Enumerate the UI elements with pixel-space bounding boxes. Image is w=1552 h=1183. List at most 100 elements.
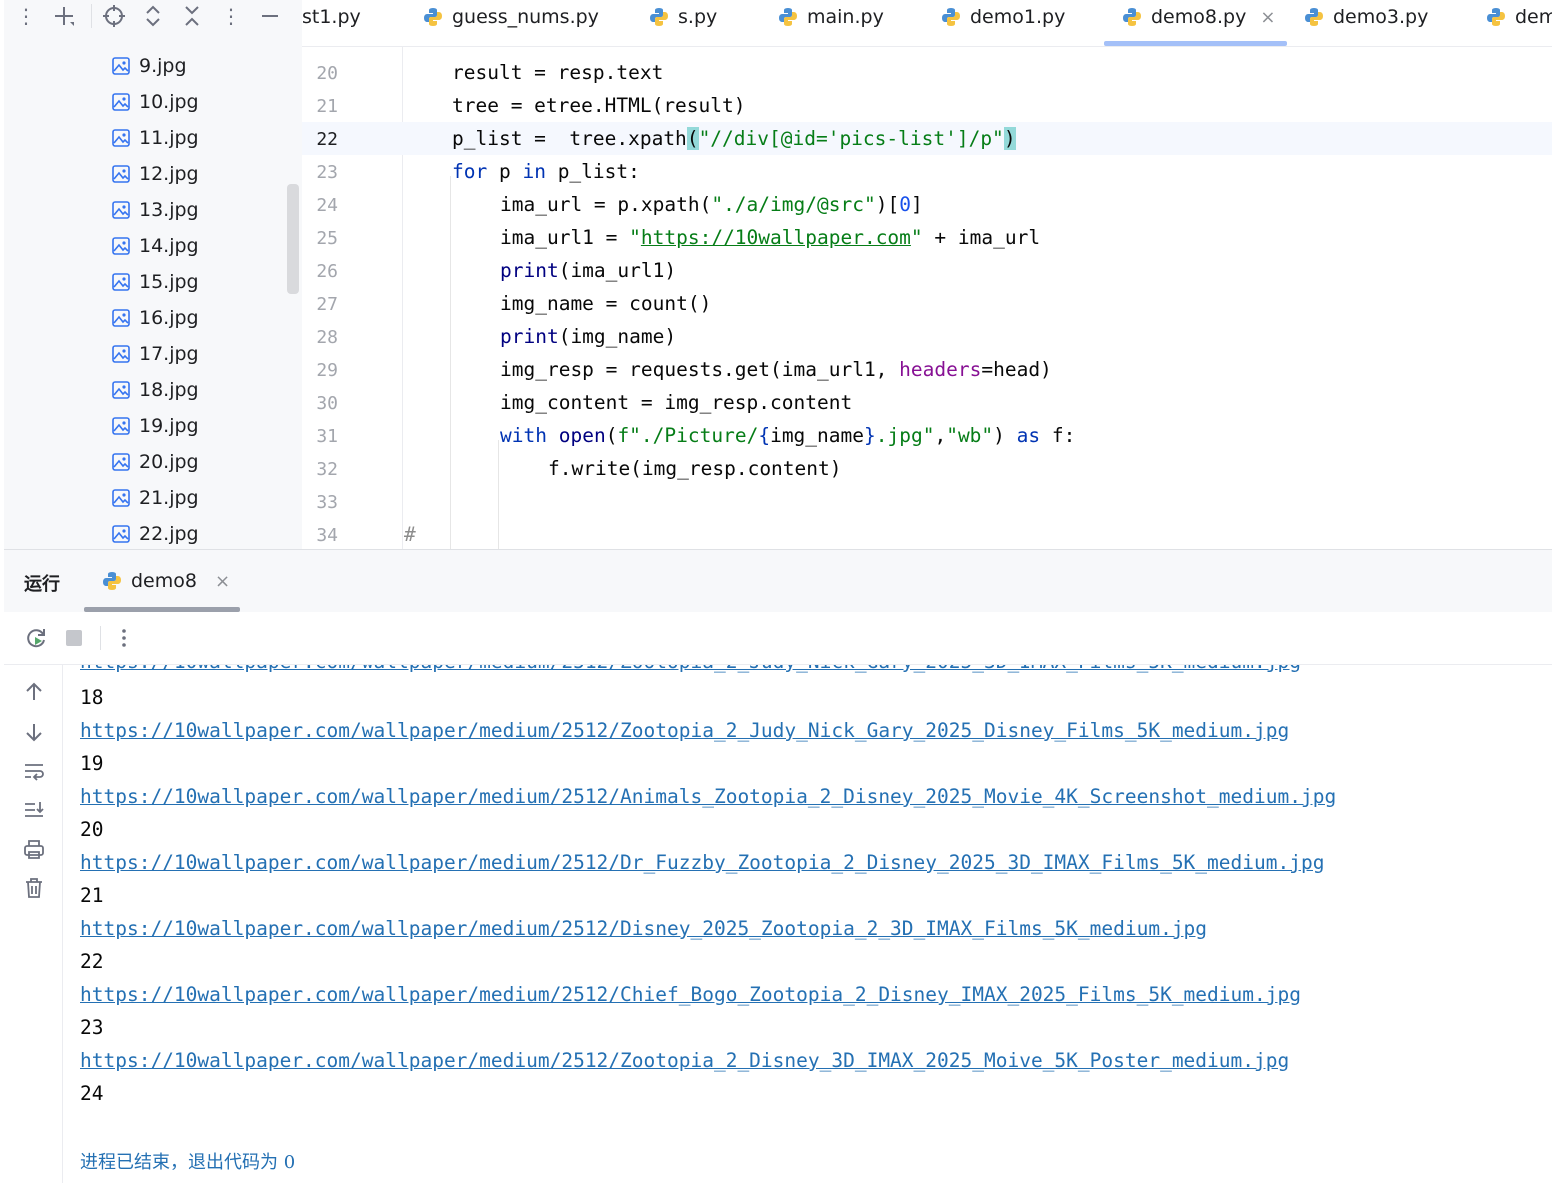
arrow-up-icon[interactable] [22,680,46,704]
image-file-icon [112,381,130,399]
image-file-icon [112,309,130,327]
python-file-icon [942,8,960,26]
tab-label: demo1.py [970,6,1066,28]
file-item[interactable]: 10.jpg [112,84,199,120]
code-text: ima_url = p.xpath("./a/img/@src")[0] [500,193,923,216]
code-line: 33 [302,485,1552,518]
print-icon[interactable] [22,837,46,861]
file-name: 20.jpg [139,451,199,473]
console-link[interactable]: https://10wallpaper.com/wallpaper/medium… [80,665,1301,673]
code-line: 30 img_content = img_resp.content [302,386,1552,419]
console-text: 21 [80,884,104,907]
tree-scrollbar[interactable] [287,184,299,294]
python-file-icon [1487,8,1505,26]
tab-main[interactable]: main.py [778,0,884,34]
tab-demo3[interactable]: demo3.py [1304,0,1428,34]
file-item[interactable]: 14.jpg [112,228,199,264]
stop-icon[interactable] [62,626,86,650]
expand-all-icon[interactable] [141,4,165,28]
close-tab-icon[interactable]: × [1260,7,1275,28]
file-item[interactable]: 12.jpg [112,156,199,192]
code-line: 34 # [302,518,1552,549]
line-number: 31 [316,426,338,447]
file-name: 18.jpg [139,379,199,401]
hide-panel-icon[interactable] [258,4,282,28]
file-item[interactable]: 22.jpg [112,516,199,549]
file-item[interactable]: 19.jpg [112,408,199,444]
exit-status-text: 进程已结束，退出代码为 0 [80,1152,296,1173]
soft-wrap-icon[interactable] [22,759,46,783]
code-text: f.write(img_resp.content) [548,457,842,480]
code-text: for p in p_list: [452,160,640,183]
console-link[interactable]: https://10wallpaper.com/wallpaper/medium… [80,1049,1289,1072]
line-number: 28 [316,327,338,348]
file-item[interactable]: 21.jpg [112,480,199,516]
run-tab-demo8[interactable]: demo8 × [102,570,230,592]
toolbar-divider [91,4,92,28]
file-item[interactable]: 16.jpg [112,300,199,336]
console-text: 22 [80,950,104,973]
code-line: 27 img_name = count() [302,287,1552,320]
code-text: img_content = img_resp.content [500,391,853,414]
console-output[interactable]: https://10wallpaper.com/wallpaper/medium… [80,665,1550,1183]
file-name: 16.jpg [139,307,199,329]
file-name: 17.jpg [139,343,199,365]
trash-icon[interactable] [22,876,46,900]
code-text: print(img_name) [500,325,677,348]
locate-icon[interactable] [102,4,126,28]
arrow-down-icon[interactable] [22,720,46,744]
console-link[interactable]: https://10wallpaper.com/wallpaper/medium… [80,983,1301,1006]
code-line: 29 img_resp = requests.get(ima_url1, hea… [302,353,1552,386]
rerun-icon[interactable] [24,626,48,650]
line-number: 24 [316,195,338,216]
tab-dem[interactable]: dem [1486,0,1552,34]
file-name: 22.jpg [139,523,199,545]
url-link: https://10wallpaper.com [640,226,911,249]
tab-demo8[interactable]: demo8.py × [1122,0,1275,34]
code-text: print(ima_url1) [500,259,677,282]
options-icon[interactable]: ⋮ [219,4,243,28]
code-editor[interactable]: 20 result = resp.text 21 tree = etree.HT… [302,47,1552,549]
tab-label: main.py [807,6,884,28]
file-item[interactable]: 15.jpg [112,264,199,300]
line-number: 29 [316,360,338,381]
file-name: 19.jpg [139,415,199,437]
line-number: 34 [316,525,338,546]
line-number: 33 [316,492,338,513]
code-text: img_name = count() [500,292,712,315]
file-item[interactable]: 13.jpg [112,192,199,228]
code-text: tree = etree.HTML(result) [452,94,746,117]
code-line: 26 print(ima_url1) [302,254,1552,287]
python-file-icon [650,8,668,26]
code-line: 32 f.write(img_resp.content) [302,452,1552,485]
image-file-icon [112,129,130,147]
console-text: 23 [80,1016,104,1039]
tab-guess-nums[interactable]: guess_nums.py [423,0,599,34]
tab-st1[interactable]: st1.py [302,0,361,34]
tab-label: demo8.py [1151,6,1247,28]
more-vertical-icon[interactable]: ⋮ [14,4,38,28]
file-item[interactable]: 9.jpg [112,48,187,84]
image-file-icon [112,201,130,219]
line-number: 20 [316,63,338,84]
tab-demo1[interactable]: demo1.py [941,0,1065,34]
console-link[interactable]: https://10wallpaper.com/wallpaper/medium… [80,785,1336,808]
code-comment: # [404,523,416,546]
file-item[interactable]: 17.jpg [112,336,199,372]
console-link[interactable]: https://10wallpaper.com/wallpaper/medium… [80,851,1324,874]
scroll-to-end-icon[interactable] [22,798,46,822]
tab-s[interactable]: s.py [649,0,717,34]
add-icon[interactable] [52,4,76,28]
console-link[interactable]: https://10wallpaper.com/wallpaper/medium… [80,917,1207,940]
python-file-icon [779,8,797,26]
console-link[interactable]: https://10wallpaper.com/wallpaper/medium… [80,719,1289,742]
python-file-icon [103,572,121,590]
collapse-all-icon[interactable] [180,4,204,28]
code-text: img_resp = requests.get(ima_url1, header… [500,358,1052,381]
close-run-tab-icon[interactable]: × [215,571,230,592]
code-text: p_list = tree.xpath("//div[@id='pics-lis… [452,127,1016,150]
file-item[interactable]: 20.jpg [112,444,199,480]
file-item[interactable]: 11.jpg [112,120,199,156]
file-item[interactable]: 18.jpg [112,372,199,408]
more-options-icon[interactable] [112,626,136,650]
